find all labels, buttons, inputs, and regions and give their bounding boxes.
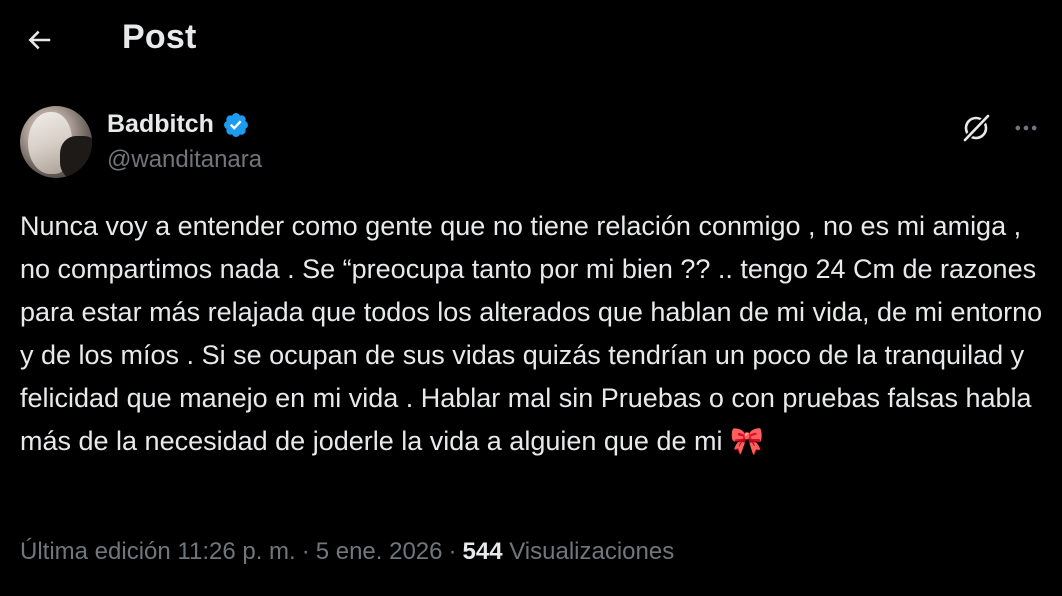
author-name-row: Badbitch	[107, 110, 250, 139]
meta-separator: ·	[301, 538, 310, 565]
arrow-left-icon	[28, 30, 51, 50]
more-options-button[interactable]	[1006, 108, 1046, 148]
meta-separator: ·	[448, 538, 457, 565]
grok-icon	[962, 113, 991, 143]
views-label[interactable]: Visualizaciones	[509, 538, 674, 565]
post-time[interactable]: 11:26 p. m.	[177, 538, 295, 565]
grok-button[interactable]	[956, 108, 996, 148]
post-text: Nunca voy a entender como gente que no t…	[20, 211, 1043, 456]
post-metadata: Última edición 11:26 p. m. · 5 ene. 2026 · 5…	[20, 538, 674, 566]
verified-badge-icon[interactable]	[222, 111, 250, 139]
top-bar: Post	[0, 0, 1062, 80]
back-button[interactable]	[18, 20, 60, 60]
author-handle[interactable]: @wanditanara	[107, 146, 262, 174]
page-title: Post	[122, 18, 197, 56]
post-date[interactable]: 5 ene. 2026	[316, 538, 443, 565]
author-display-name[interactable]: Badbitch	[107, 110, 214, 139]
views-count[interactable]: 544	[463, 538, 503, 565]
more-horizontal-icon	[1015, 125, 1037, 131]
edited-label[interactable]: Última edición	[20, 538, 171, 565]
avatar[interactable]	[20, 106, 92, 178]
